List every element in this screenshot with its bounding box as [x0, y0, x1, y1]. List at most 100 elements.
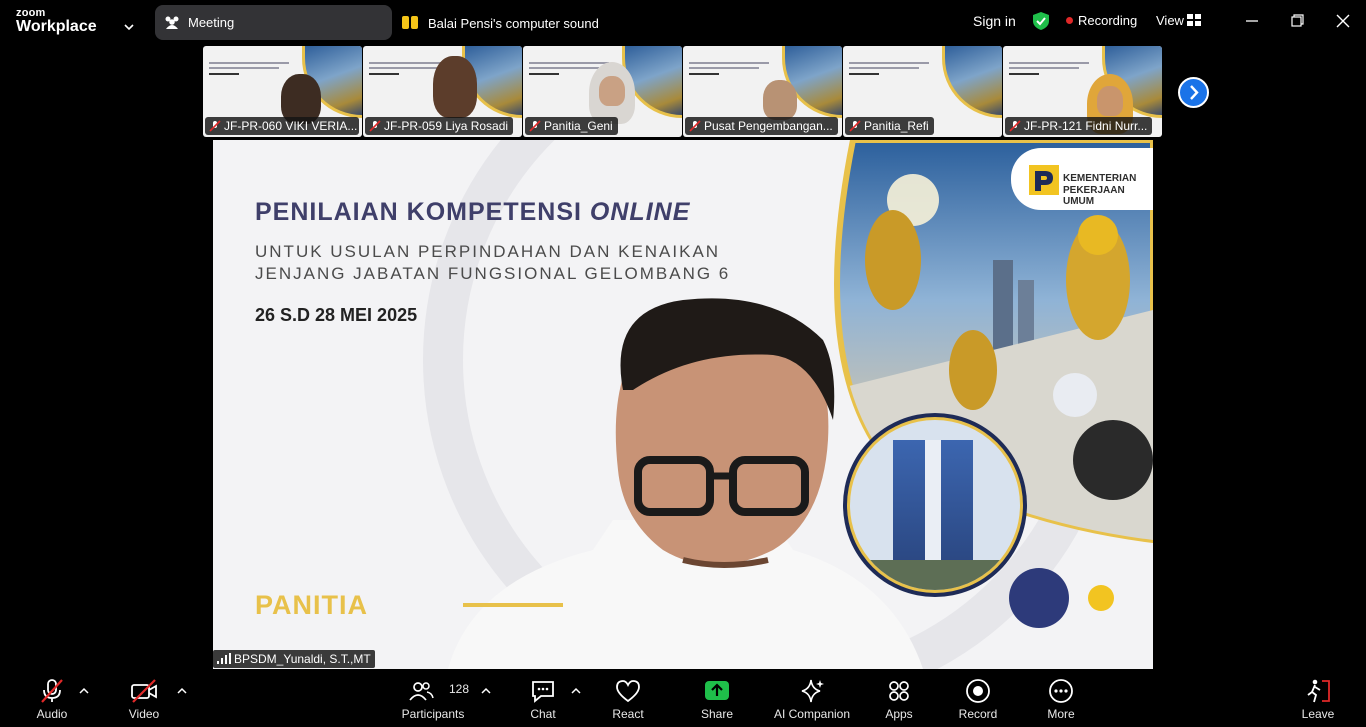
participant-name-tag: Panitia_Geni [525, 117, 618, 135]
leave-button[interactable]: Leave [1288, 670, 1348, 727]
more-label: More [1047, 707, 1075, 721]
video-off-icon [131, 679, 157, 703]
muted-mic-icon [369, 120, 381, 132]
record-label: Record [958, 707, 998, 721]
participants-label: Participants [401, 707, 465, 721]
participant-name-tag: Pusat Pengembangan... [685, 117, 838, 135]
slide-panitia: PANITIA [255, 590, 368, 620]
sparkle-icon [801, 679, 824, 703]
participant-thumbnail[interactable]: JF-PR-060 VIKI VERIA... [203, 46, 362, 137]
main-speaker-video[interactable]: PENILAIAN KOMPETENSI ONLINE UNTUK USULAN… [213, 140, 1153, 669]
computer-sound-label: Balai Pensi's computer sound [428, 16, 599, 31]
participant-face [599, 76, 625, 106]
participant-video [433, 56, 477, 118]
meeting-controls-toolbar: Audio Video Participants 128 Chat React … [0, 670, 1366, 727]
chat-options-caret-icon[interactable] [571, 687, 581, 695]
apps-label: Apps [885, 707, 913, 721]
muted-mic-icon [41, 679, 63, 703]
close-icon[interactable] [1329, 8, 1357, 34]
ai-companion-button[interactable]: AI Companion [767, 670, 857, 727]
share-button[interactable]: Share [687, 670, 747, 727]
slide-subtitle-1: UNTUK USULAN PERPINDAHAN DAN KENAIKAN [255, 242, 721, 261]
chevron-down-icon[interactable] [123, 21, 135, 33]
muted-mic-icon [689, 120, 701, 132]
participant-thumbnail[interactable]: JF-PR-121 Fidni Nurr... [1003, 46, 1162, 137]
leave-icon [1307, 679, 1330, 703]
participant-thumbnail-strip: JF-PR-060 VIKI VERIA... JF-PR-059 Liya R… [203, 46, 1163, 137]
meeting-tab[interactable]: Meeting [155, 5, 392, 40]
record-icon [966, 679, 990, 703]
top-bar: zoom Workplace Meeting Balai Pensi's com… [0, 0, 1366, 44]
participants-options-caret-icon[interactable] [481, 687, 491, 695]
participant-name-tag: JF-PR-121 Fidni Nurr... [1005, 117, 1153, 135]
meeting-icon [165, 16, 179, 29]
next-page-button[interactable] [1178, 77, 1209, 108]
grid-view-icon[interactable] [1187, 14, 1201, 26]
share-screen-icon [705, 681, 729, 700]
main-speaker-name-tag: BPSDM_Yunaldi, S.T.,MT [213, 650, 375, 668]
sign-in-link[interactable]: Sign in [973, 13, 1016, 29]
audio-label: Audio [36, 707, 68, 721]
participant-thumbnail[interactable]: Panitia_Refi [843, 46, 1002, 137]
participant-name: JF-PR-121 Fidni Nurr... [1024, 119, 1148, 133]
apps-icon [889, 681, 909, 701]
recording-label: Recording [1078, 13, 1138, 28]
recording-dot-icon [1066, 17, 1073, 25]
ministry-name-line-1: KEMENTERIAN [1063, 173, 1137, 184]
restore-icon[interactable] [1283, 8, 1311, 34]
participant-thumbnail[interactable]: Panitia_Geni [523, 46, 682, 137]
participant-thumbnail[interactable]: Pusat Pengembangan... [683, 46, 842, 137]
ministry-logo-icon [1029, 165, 1059, 195]
heart-icon [616, 680, 640, 703]
chevron-right-icon [1190, 85, 1199, 100]
muted-mic-icon [529, 120, 541, 132]
apps-button[interactable]: Apps [869, 670, 929, 727]
ministry-logo-badge: KEMENTERIAN PEKERJAAN UMUM [1011, 148, 1153, 210]
audio-options-caret-icon[interactable] [79, 687, 89, 695]
react-button[interactable]: React [598, 670, 658, 727]
video-label: Video [128, 707, 160, 721]
participants-button[interactable]: Participants [398, 670, 468, 727]
participant-name: Panitia_Geni [544, 119, 613, 133]
muted-mic-icon [209, 120, 221, 132]
computer-sound-indicator[interactable]: Balai Pensi's computer sound [401, 13, 601, 33]
ministry-name-line-2: PEKERJAAN UMUM [1063, 185, 1125, 207]
participant-name-tag: JF-PR-060 VIKI VERIA... [205, 117, 359, 135]
more-button[interactable]: More [1031, 670, 1091, 727]
video-button[interactable]: Video [114, 670, 174, 727]
leave-label: Leave [1301, 707, 1335, 721]
muted-mic-icon [849, 120, 861, 132]
slide-title: PENILAIAN KOMPETENSI ONLINE [255, 198, 690, 227]
slide-title-main: PENILAIAN KOMPETENSI [255, 198, 590, 226]
participant-name: JF-PR-060 VIKI VERIA... [224, 119, 358, 133]
security-shield-icon[interactable] [1032, 11, 1050, 31]
record-button[interactable]: Record [948, 670, 1008, 727]
thumb-slide-photo [942, 46, 1002, 118]
chat-button[interactable]: Chat [513, 670, 573, 727]
slide-subtitle-2: JENJANG JABATAN FUNGSIONAL GELOMBANG 6 [255, 264, 731, 283]
recording-indicator[interactable]: Recording [1066, 13, 1137, 28]
participants-icon [409, 682, 434, 701]
chat-icon [532, 681, 554, 703]
video-options-caret-icon[interactable] [177, 687, 187, 695]
view-button[interactable]: View [1156, 13, 1184, 28]
more-icon [1049, 679, 1073, 703]
participant-video [763, 80, 797, 120]
logo-big-text: Workplace [16, 18, 97, 35]
share-sound-icon [402, 16, 418, 29]
react-label: React [612, 707, 644, 721]
minimize-icon[interactable] [1238, 8, 1266, 34]
participant-name-tag: Panitia_Refi [845, 117, 934, 135]
participant-name: Panitia_Refi [864, 119, 929, 133]
participant-thumbnail[interactable]: JF-PR-059 Liya Rosadi [363, 46, 522, 137]
ai-companion-label: AI Companion [773, 707, 851, 721]
muted-mic-icon [1009, 120, 1021, 132]
share-label: Share [700, 707, 734, 721]
participant-name-tag: JF-PR-059 Liya Rosadi [365, 117, 514, 135]
slide-title-italic: ONLINE [589, 198, 691, 226]
zoom-workplace-logo: zoom Workplace [16, 7, 136, 37]
participant-face [1097, 86, 1123, 116]
meeting-label: Meeting [188, 15, 235, 30]
audio-button[interactable]: Audio [22, 670, 82, 727]
slide-divider [463, 603, 563, 607]
